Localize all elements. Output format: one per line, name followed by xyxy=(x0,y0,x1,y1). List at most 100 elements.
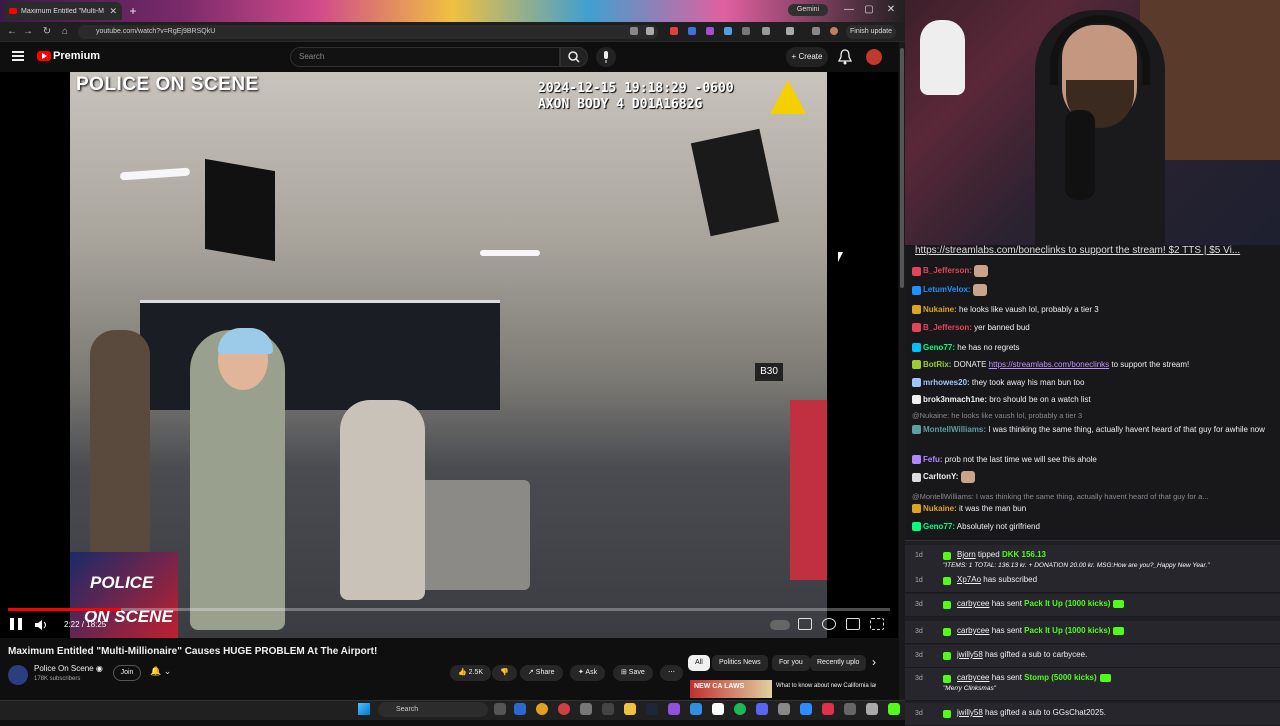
chat-username[interactable]: LetumVelox: xyxy=(923,285,971,294)
save-button[interactable]: ⊞ Save xyxy=(613,665,653,681)
chrome-icon[interactable] xyxy=(536,703,548,715)
finish-update-button[interactable]: Finish update xyxy=(846,25,896,39)
dislike-button[interactable]: 👎 xyxy=(492,665,517,681)
bookmark-star-icon[interactable] xyxy=(646,27,654,35)
app-icon[interactable] xyxy=(866,703,878,715)
back-icon[interactable]: ← xyxy=(4,24,20,40)
app-icon[interactable] xyxy=(822,703,834,715)
chat-username[interactable]: Fefu: xyxy=(923,455,943,464)
spotify-icon[interactable] xyxy=(734,703,746,715)
chat-link[interactable]: https://streamlabs.com/boneclinks xyxy=(989,360,1110,369)
event-username[interactable]: Bjorn xyxy=(957,550,976,559)
chat-username[interactable]: Nukaine: xyxy=(923,305,957,314)
app-icon[interactable] xyxy=(690,703,702,715)
extension-icon[interactable] xyxy=(724,27,732,35)
theater-mode-icon[interactable] xyxy=(846,618,860,630)
home-icon[interactable]: ⌂ xyxy=(57,24,73,40)
edge-icon[interactable] xyxy=(514,703,526,715)
chat-username[interactable]: MontellWilliams: xyxy=(923,425,986,434)
obs-icon[interactable] xyxy=(712,703,724,715)
minimize-button[interactable]: — xyxy=(842,3,856,17)
notifications-bell-icon[interactable] xyxy=(837,49,853,65)
reload-icon[interactable]: ↻ xyxy=(39,24,55,40)
event-username[interactable]: Xp7Ao xyxy=(957,575,981,584)
more-actions-button[interactable]: ⋯ xyxy=(660,665,683,681)
app-icon[interactable] xyxy=(800,703,812,715)
extension-icon[interactable] xyxy=(742,27,750,35)
app-icon[interactable] xyxy=(778,703,790,715)
settings-gear-icon[interactable] xyxy=(822,618,836,630)
event-username[interactable]: jwilly58 xyxy=(957,708,983,717)
chip-next-chevron-icon[interactable]: › xyxy=(872,655,876,669)
volume-icon[interactable] xyxy=(34,618,48,630)
ask-button[interactable]: ✦ Ask xyxy=(570,665,606,681)
forward-icon[interactable]: → xyxy=(20,24,36,40)
chat-username[interactable]: mrhowes20: xyxy=(923,378,970,387)
app-icon[interactable] xyxy=(844,703,856,715)
hamburger-menu-icon[interactable] xyxy=(12,51,24,61)
new-tab-button[interactable]: + xyxy=(126,4,140,18)
extension-icon[interactable] xyxy=(706,27,714,35)
search-button[interactable] xyxy=(560,47,588,67)
url-input[interactable]: youtube.com/watch?v=RgEj9BRSQkU xyxy=(78,25,658,39)
youtube-logo-icon[interactable] xyxy=(37,51,51,61)
maximize-button[interactable]: ▢ xyxy=(862,3,876,17)
channel-name[interactable]: Police On Scene ◉ xyxy=(34,664,103,673)
file-explorer-icon[interactable] xyxy=(624,703,636,715)
share-button[interactable]: ↗ Share xyxy=(520,665,563,681)
chat-username[interactable]: B_Jefferson: xyxy=(923,323,972,332)
extension-icon[interactable] xyxy=(670,27,678,35)
steam-icon[interactable] xyxy=(646,703,658,715)
twitch-icon[interactable] xyxy=(668,703,680,715)
voice-search-button[interactable] xyxy=(596,47,616,67)
recommended-title[interactable]: What to know about new California laws t… xyxy=(776,682,876,690)
like-button[interactable]: 👍 2.5K xyxy=(450,665,492,681)
chat-username[interactable]: Nukaine: xyxy=(923,504,957,513)
search-input[interactable]: Search xyxy=(290,47,560,67)
terminal-icon[interactable] xyxy=(602,703,614,715)
chat-username[interactable]: BotRix: xyxy=(923,360,951,369)
chip-recently-uploaded[interactable]: Recently uplo xyxy=(810,655,866,671)
discord-icon[interactable] xyxy=(756,703,768,715)
tab-close-icon[interactable]: ✕ xyxy=(109,6,117,17)
autoplay-toggle[interactable] xyxy=(770,620,790,630)
gemini-button[interactable]: Gemini xyxy=(788,4,828,16)
windows-start-icon[interactable] xyxy=(358,703,370,715)
chat-username[interactable]: B_Jefferson: xyxy=(923,266,972,275)
captions-icon[interactable] xyxy=(798,618,812,630)
menu-list-icon[interactable] xyxy=(812,27,820,35)
task-view-icon[interactable] xyxy=(494,703,506,715)
extension-icon[interactable] xyxy=(688,27,696,35)
event-username[interactable]: carbycee xyxy=(957,626,989,635)
chat-username[interactable]: Geno77: xyxy=(923,522,955,531)
event-username[interactable]: carbycee xyxy=(957,673,989,682)
app-icon[interactable] xyxy=(580,703,592,715)
scrollbar-thumb[interactable] xyxy=(900,48,904,288)
event-username[interactable]: carbycee xyxy=(957,599,989,608)
account-avatar[interactable] xyxy=(866,49,882,65)
close-window-button[interactable]: ✕ xyxy=(884,3,898,17)
channel-avatar[interactable] xyxy=(8,665,28,685)
pause-icon[interactable] xyxy=(10,618,22,630)
kick-icon[interactable] xyxy=(888,703,900,715)
event-username[interactable]: jwilly58 xyxy=(957,650,983,659)
create-button[interactable]: + Create xyxy=(786,47,828,67)
install-icon[interactable] xyxy=(630,27,638,35)
chat-username[interactable]: CarltonY: xyxy=(923,472,958,481)
sidebar-icon[interactable] xyxy=(786,27,794,35)
chrome-profile-icon[interactable] xyxy=(558,703,570,715)
chat-username[interactable]: brok3nmach1ne: xyxy=(923,395,987,404)
chip-all[interactable]: All xyxy=(688,655,710,671)
taskbar-search-input[interactable]: Search xyxy=(378,702,488,717)
chip-politics-news[interactable]: Politics News xyxy=(712,655,768,671)
join-button[interactable]: Join xyxy=(113,665,141,681)
recommended-thumbnail[interactable]: NEW CA LAWS xyxy=(690,680,772,698)
progress-bar[interactable] xyxy=(8,608,890,611)
youtube-premium-label[interactable]: Premium xyxy=(53,50,100,62)
browser-tab[interactable]: Maximum Entitled "Multi-M ✕ xyxy=(4,2,122,20)
fullscreen-icon[interactable] xyxy=(870,618,884,630)
chat-username[interactable]: Geno77: xyxy=(923,343,955,352)
subscription-bell-button[interactable]: 🔔 ⌄ xyxy=(150,666,178,682)
extensions-puzzle-icon[interactable] xyxy=(762,27,770,35)
profile-avatar[interactable] xyxy=(830,27,838,35)
